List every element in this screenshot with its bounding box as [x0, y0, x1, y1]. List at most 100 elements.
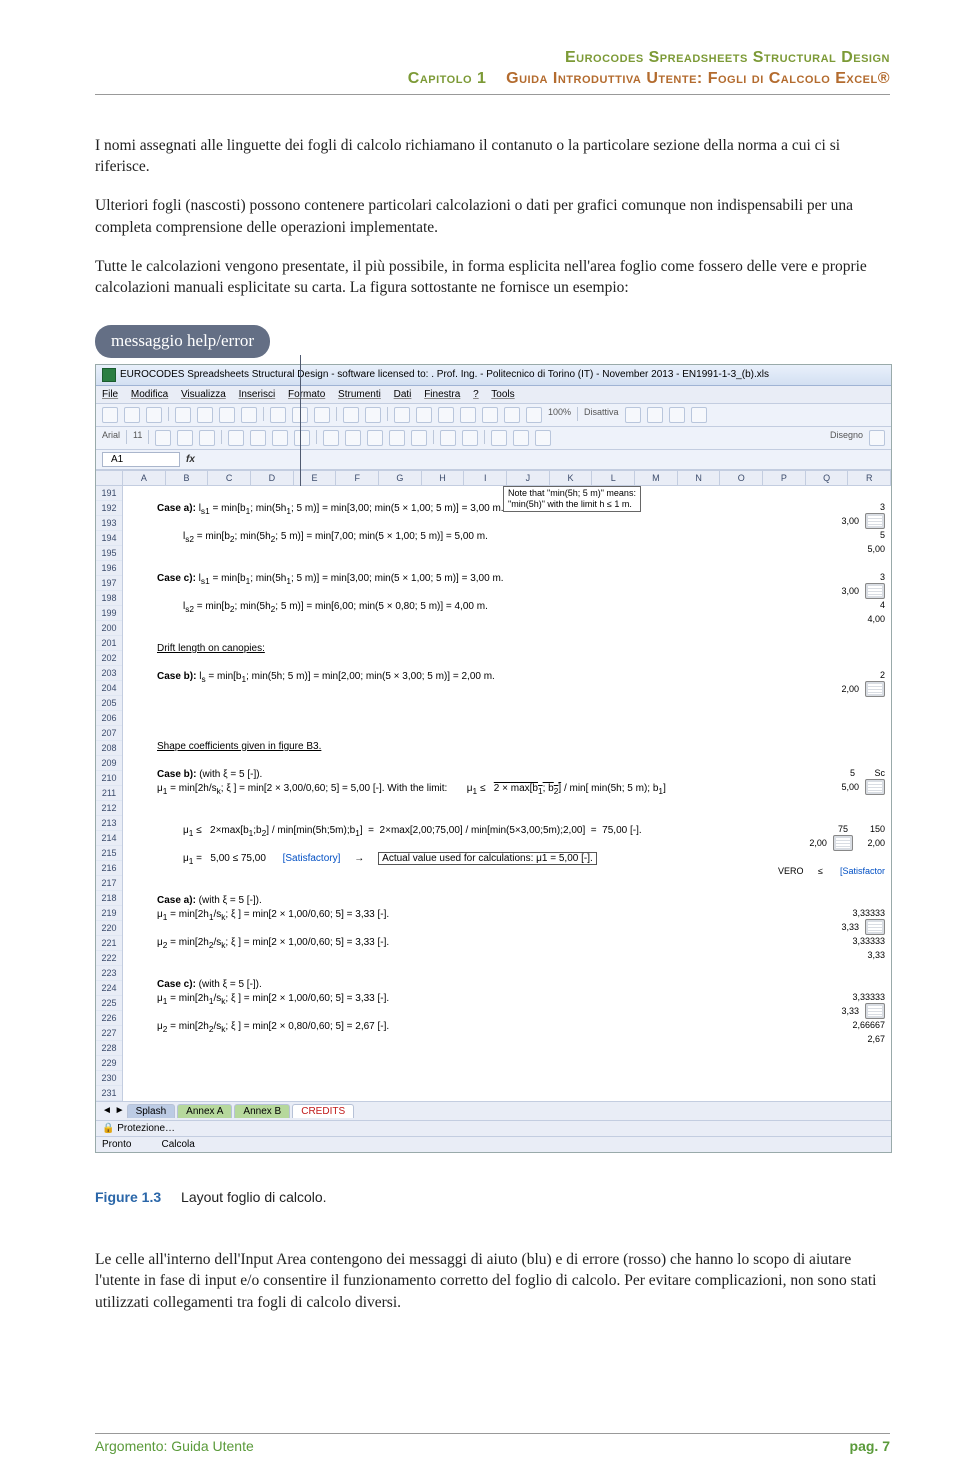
- row-header[interactable]: 216: [96, 861, 122, 876]
- name-box[interactable]: A1: [102, 452, 180, 467]
- tool-icon[interactable]: [526, 407, 542, 423]
- tool-icon[interactable]: [343, 407, 359, 423]
- tool-icon[interactable]: [416, 407, 432, 423]
- row-header[interactable]: 220: [96, 921, 122, 936]
- sheet-tabs[interactable]: ◄ ► Splash Annex A Annex B CREDITS: [96, 1101, 891, 1120]
- tab-splash[interactable]: Splash: [127, 1104, 176, 1118]
- tool-icon[interactable]: [219, 407, 235, 423]
- tool-icon[interactable]: [691, 407, 707, 423]
- row-header[interactable]: 199: [96, 606, 122, 621]
- bold-icon[interactable]: [155, 430, 171, 446]
- row-header[interactable]: 195: [96, 546, 122, 561]
- row-header[interactable]: 208: [96, 741, 122, 756]
- tool-icon[interactable]: [175, 407, 191, 423]
- row-header[interactable]: 206: [96, 711, 122, 726]
- tab-annex-a[interactable]: Annex A: [177, 1104, 232, 1118]
- row-header[interactable]: 227: [96, 1026, 122, 1041]
- tool-icon[interactable]: [669, 407, 685, 423]
- column-headers[interactable]: A B C D E F G H I J K L M N O P Q R: [96, 470, 891, 486]
- merge-icon[interactable]: [294, 430, 310, 446]
- tool-icon[interactable]: [314, 407, 330, 423]
- row-header[interactable]: 194: [96, 531, 122, 546]
- row-header[interactable]: 229: [96, 1056, 122, 1071]
- menu-file[interactable]: File: [102, 389, 118, 400]
- row-header[interactable]: 193: [96, 516, 122, 531]
- tab-credits[interactable]: CREDITS: [292, 1104, 354, 1118]
- border-icon[interactable]: [491, 430, 507, 446]
- corner-cell[interactable]: [96, 471, 123, 485]
- row-header[interactable]: 212: [96, 801, 122, 816]
- row-headers[interactable]: 1911921931941951961971981992002012022032…: [96, 486, 123, 1101]
- font-name[interactable]: Arial: [102, 430, 120, 446]
- row-header[interactable]: 224: [96, 981, 122, 996]
- fill-icon[interactable]: [513, 430, 529, 446]
- row-header[interactable]: 228: [96, 1041, 122, 1056]
- underline-icon[interactable]: [199, 430, 215, 446]
- tool-icon[interactable]: [438, 407, 454, 423]
- formula-bar[interactable]: A1 fx: [96, 450, 891, 470]
- row-header[interactable]: 205: [96, 696, 122, 711]
- percent-icon[interactable]: [345, 430, 361, 446]
- tool-icon[interactable]: [647, 407, 663, 423]
- indent-icon[interactable]: [440, 430, 456, 446]
- row-header[interactable]: 218: [96, 891, 122, 906]
- row-header[interactable]: 201: [96, 636, 122, 651]
- zoom-value[interactable]: 100%: [548, 407, 571, 423]
- row-header[interactable]: 192: [96, 501, 122, 516]
- col-P[interactable]: P: [763, 471, 806, 485]
- row-header[interactable]: 231: [96, 1086, 122, 1101]
- row-header[interactable]: 210: [96, 771, 122, 786]
- row-header[interactable]: 219: [96, 906, 122, 921]
- toolbar-2[interactable]: Arial 11 Disegno: [96, 427, 891, 450]
- tool-icon[interactable]: [482, 407, 498, 423]
- tab-annex-b[interactable]: Annex B: [234, 1104, 290, 1118]
- tool-icon[interactable]: [241, 407, 257, 423]
- menu-finestra[interactable]: Finestra: [424, 389, 460, 400]
- col-K[interactable]: K: [550, 471, 593, 485]
- tool-icon[interactable]: [504, 407, 520, 423]
- col-Q[interactable]: Q: [806, 471, 849, 485]
- menu-visualizza[interactable]: Visualizza: [181, 389, 226, 400]
- row-header[interactable]: 223: [96, 966, 122, 981]
- tool-icon[interactable]: [197, 407, 213, 423]
- row-header[interactable]: 200: [96, 621, 122, 636]
- row-header[interactable]: 230: [96, 1071, 122, 1086]
- tool-icon[interactable]: [270, 407, 286, 423]
- dec-decimal-icon[interactable]: [411, 430, 427, 446]
- col-A[interactable]: A: [123, 471, 166, 485]
- menu-strumenti[interactable]: Strumenti: [338, 389, 381, 400]
- col-B[interactable]: B: [166, 471, 209, 485]
- col-O[interactable]: O: [720, 471, 763, 485]
- row-header[interactable]: 213: [96, 816, 122, 831]
- menu-formato[interactable]: Formato: [288, 389, 325, 400]
- menu-tools[interactable]: Tools: [491, 389, 514, 400]
- row-header[interactable]: 197: [96, 576, 122, 591]
- tool-icon[interactable]: [102, 407, 118, 423]
- row-header[interactable]: 215: [96, 846, 122, 861]
- col-N[interactable]: N: [678, 471, 721, 485]
- row-header[interactable]: 222: [96, 951, 122, 966]
- tool-icon[interactable]: [869, 430, 885, 446]
- row-header[interactable]: 211: [96, 786, 122, 801]
- col-I[interactable]: I: [464, 471, 507, 485]
- row-header[interactable]: 207: [96, 726, 122, 741]
- disattiva-label[interactable]: Disattiva: [584, 407, 619, 423]
- align-left-icon[interactable]: [228, 430, 244, 446]
- menu-help[interactable]: ?: [473, 389, 479, 400]
- col-F[interactable]: F: [336, 471, 379, 485]
- toolbar-1[interactable]: 100% Disattiva: [96, 404, 891, 427]
- outdent-icon[interactable]: [462, 430, 478, 446]
- menu-inserisci[interactable]: Inserisci: [239, 389, 276, 400]
- menu-modifica[interactable]: Modifica: [131, 389, 168, 400]
- col-D[interactable]: D: [251, 471, 294, 485]
- tool-icon[interactable]: [460, 407, 476, 423]
- align-right-icon[interactable]: [272, 430, 288, 446]
- disegno-label[interactable]: Disegno: [830, 430, 863, 446]
- col-R[interactable]: R: [848, 471, 891, 485]
- italic-icon[interactable]: [177, 430, 193, 446]
- align-center-icon[interactable]: [250, 430, 266, 446]
- font-size[interactable]: 11: [133, 430, 142, 446]
- row-header[interactable]: 202: [96, 651, 122, 666]
- col-C[interactable]: C: [208, 471, 251, 485]
- row-header[interactable]: 191: [96, 486, 122, 501]
